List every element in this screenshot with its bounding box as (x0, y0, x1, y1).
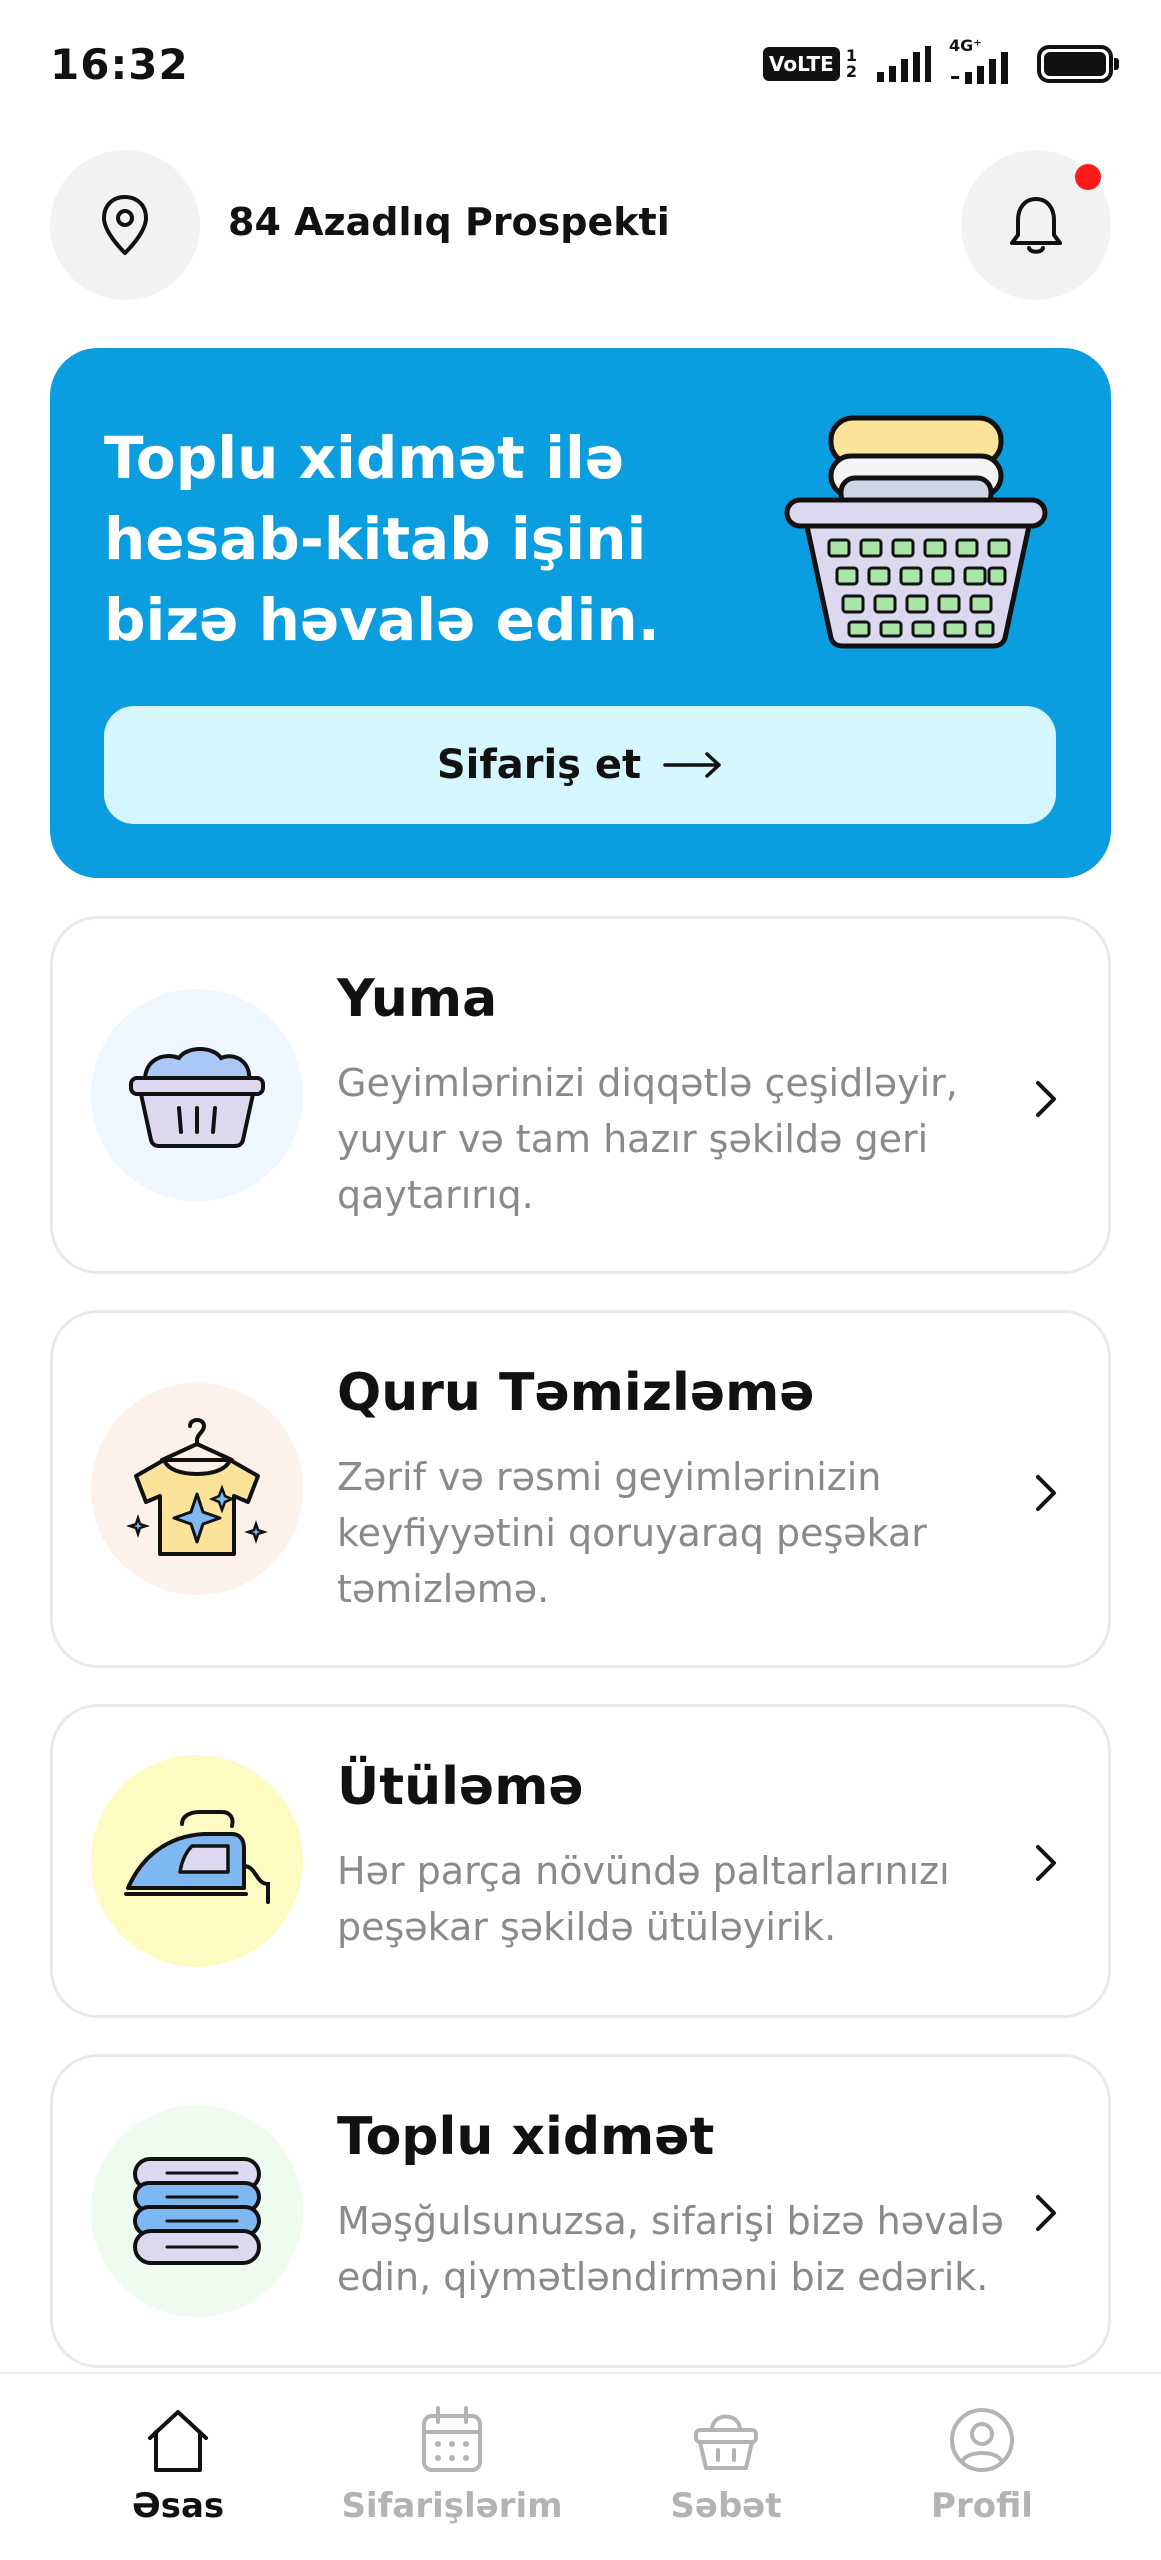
nav-item-orders[interactable]: Sifarişlərim (322, 2404, 582, 2526)
calendar-icon (422, 2406, 482, 2472)
service-icon-container (91, 1383, 303, 1595)
sim-bottom-number: 2 (845, 62, 857, 81)
service-card-washing[interactable]: Yuma Geyimlərinizi diqqətlə çeşidləyir, … (50, 916, 1111, 1274)
location-pin-icon (102, 195, 148, 255)
nav-label: Profil (931, 2486, 1033, 2526)
service-description: Zərif və rəsmi geyimlərinizin keyfiyyəti… (337, 1455, 927, 1611)
network-indicator: 4G⁺ (949, 36, 1019, 84)
nav-label: Sifarişlərim (341, 2486, 563, 2526)
order-button[interactable]: Sifariş et (104, 706, 1056, 824)
sim-indicator: 1 2 (846, 48, 857, 80)
address-text[interactable]: 84 Azadlıq Prospekti (228, 200, 670, 244)
bell-icon (1010, 197, 1062, 254)
service-icon-container (91, 989, 303, 1201)
signal-icon-2 (951, 52, 1008, 84)
service-description: Hər parça növündə paltarlarınızı peşəkar… (337, 1849, 950, 1949)
chevron-right-icon (1036, 2195, 1056, 2231)
service-card-bulk[interactable]: Toplu xidmət Məşğulsunuzsa, sifarişi biz… (50, 2054, 1111, 2368)
service-description: Məşğulsunuzsa, sifarişi bizə həvalə edin… (337, 2199, 1004, 2299)
profile-icon (950, 2408, 1014, 2472)
volte-badge: VoLTE (762, 47, 840, 81)
header: 84 Azadlıq Prospekti (50, 150, 1111, 300)
promo-banner: Toplu xidmət ilə hesab-kitab işini bizə … (50, 348, 1111, 878)
status-time: 16:32 (50, 40, 189, 89)
order-button-label: Sifariş et (436, 742, 642, 788)
nav-label: Əsas (131, 2486, 225, 2526)
signal-icon (877, 46, 931, 82)
status-icons: VoLTE 1 2 4G⁺ (762, 36, 1119, 84)
banner-title: Toplu xidmət ilə hesab-kitab işini bizə … (104, 424, 660, 654)
arrow-right-icon (663, 752, 721, 778)
chevron-right-icon (1036, 1081, 1056, 1117)
folded-clothes-stack-icon (133, 2157, 261, 2265)
chevron-right-icon (1036, 1845, 1056, 1881)
battery-icon (1037, 45, 1119, 83)
service-description: Geyimlərinizi diqqətlə çeşidləyir, yuyur… (337, 1061, 958, 1217)
laundry-basket-icon (129, 1047, 265, 1148)
home-icon (148, 2410, 208, 2472)
laundry-basket-illustration (784, 415, 1048, 649)
location-button[interactable] (50, 150, 200, 300)
nav-label: Səbət (670, 2486, 782, 2526)
service-title: Quru Təmizləmə (337, 1363, 815, 1423)
notifications-button[interactable] (961, 150, 1111, 300)
nav-item-home[interactable]: Əsas (48, 2404, 308, 2526)
bottom-nav: Əsas Sifarişlərim Səbət Profil (0, 2372, 1161, 2560)
service-card-ironing[interactable]: Ütüləmə Hər parça növündə paltarlarınızı… (50, 1704, 1111, 2018)
service-title: Toplu xidmət (337, 2107, 715, 2167)
service-title: Yuma (337, 969, 498, 1029)
basket-icon (694, 2414, 758, 2470)
nav-item-cart[interactable]: Səbət (596, 2404, 856, 2526)
chevron-right-icon (1036, 1475, 1056, 1511)
service-title: Ütüləmə (337, 1757, 584, 1817)
nav-item-profile[interactable]: Profil (852, 2404, 1112, 2526)
status-bar: 16:32 VoLTE 1 2 4G⁺ (0, 0, 1161, 130)
service-icon-container (91, 2105, 303, 2317)
shirt-hanger-icon (126, 1418, 268, 1556)
service-icon-container (91, 1755, 303, 1967)
service-card-dry-cleaning[interactable]: Quru Təmizləmə Zərif və rəsmi geyimlərin… (50, 1310, 1111, 1668)
notification-dot (1075, 164, 1101, 190)
iron-icon (124, 1810, 270, 1904)
